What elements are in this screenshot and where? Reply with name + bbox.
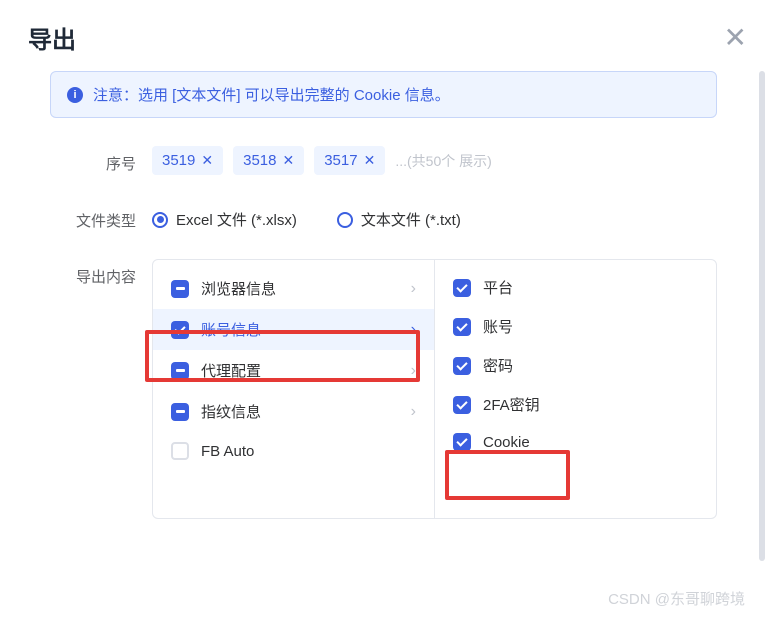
label-serial: 序号 (50, 146, 152, 174)
subitem-platform[interactable]: 平台 (435, 268, 716, 307)
info-icon: i (67, 87, 83, 103)
subitem-password[interactable]: 密码 (435, 346, 716, 385)
tag-text: 3517 (324, 152, 357, 169)
tag-item[interactable]: 3517 ✕ (314, 146, 385, 175)
subitem-label: Cookie (483, 434, 530, 451)
radio-txt[interactable]: 文本文件 (*.txt) (337, 209, 461, 230)
subitem-cookie[interactable]: Cookie (435, 424, 716, 460)
category-proxy-config[interactable]: 代理配置 › (153, 350, 434, 391)
chevron-right-icon: › (411, 403, 416, 421)
chevron-right-icon: › (411, 362, 416, 380)
category-account-info[interactable]: 账号信息 › (153, 309, 434, 350)
label-filetype: 文件类型 (50, 203, 152, 231)
category-label: 浏览器信息 (201, 278, 276, 299)
category-list: 浏览器信息 › 账号信息 › 代理配置 › 指纹信息 › (153, 260, 435, 518)
tag-text: 3519 (162, 152, 195, 169)
subitem-2fa[interactable]: 2FA密钥 (435, 385, 716, 424)
checkbox-checked-icon[interactable] (171, 321, 189, 339)
chevron-right-icon: › (411, 321, 416, 339)
category-fb-auto[interactable]: FB Auto (153, 432, 434, 470)
watermark-text: CSDN @东哥聊跨境 (608, 588, 745, 609)
category-label: FB Auto (201, 443, 254, 460)
checkbox-empty-icon[interactable] (171, 442, 189, 460)
radio-excel[interactable]: Excel 文件 (*.xlsx) (152, 209, 297, 230)
checkbox-checked-icon[interactable] (453, 318, 471, 336)
radio-icon (152, 212, 168, 228)
subitem-label: 账号 (483, 316, 513, 337)
export-content-panel: 浏览器信息 › 账号信息 › 代理配置 › 指纹信息 › (152, 259, 717, 519)
radio-label: Excel 文件 (*.xlsx) (176, 209, 297, 230)
scrollbar[interactable] (759, 71, 765, 561)
checkbox-checked-icon[interactable] (453, 279, 471, 297)
checkbox-checked-icon[interactable] (453, 433, 471, 451)
radio-icon (337, 212, 353, 228)
subitem-label: 密码 (483, 355, 513, 376)
category-fingerprint-info[interactable]: 指纹信息 › (153, 391, 434, 432)
category-label: 代理配置 (201, 360, 261, 381)
subitem-list: 平台 账号 密码 2FA密钥 Cookie (435, 260, 716, 518)
subitem-label: 2FA密钥 (483, 394, 540, 415)
checkbox-checked-icon[interactable] (453, 357, 471, 375)
tag-close-icon[interactable]: ✕ (201, 152, 213, 169)
radio-label: 文本文件 (*.txt) (361, 209, 461, 230)
info-alert: i 注意：选用 [文本文件] 可以导出完整的 Cookie 信息。 (50, 71, 717, 118)
category-browser-info[interactable]: 浏览器信息 › (153, 268, 434, 309)
alert-text: 注意：选用 [文本文件] 可以导出完整的 Cookie 信息。 (93, 84, 450, 105)
close-icon[interactable]: ✕ (724, 24, 747, 52)
tag-close-icon[interactable]: ✕ (364, 152, 376, 169)
checkbox-indeterminate-icon[interactable] (171, 280, 189, 298)
dialog-title: 导出 (28, 20, 76, 55)
tag-close-icon[interactable]: ✕ (282, 152, 294, 169)
tag-text: 3518 (243, 152, 276, 169)
subitem-label: 平台 (483, 277, 513, 298)
checkbox-indeterminate-icon[interactable] (171, 362, 189, 380)
tags-more-hint[interactable]: ...(共50个 展示) (395, 151, 491, 171)
checkbox-indeterminate-icon[interactable] (171, 403, 189, 421)
checkbox-checked-icon[interactable] (453, 396, 471, 414)
tag-item[interactable]: 3519 ✕ (152, 146, 223, 175)
subitem-account[interactable]: 账号 (435, 307, 716, 346)
category-label: 账号信息 (201, 319, 261, 340)
category-label: 指纹信息 (201, 401, 261, 422)
chevron-right-icon: › (411, 280, 416, 298)
label-content: 导出内容 (50, 259, 152, 287)
tag-item[interactable]: 3518 ✕ (233, 146, 304, 175)
